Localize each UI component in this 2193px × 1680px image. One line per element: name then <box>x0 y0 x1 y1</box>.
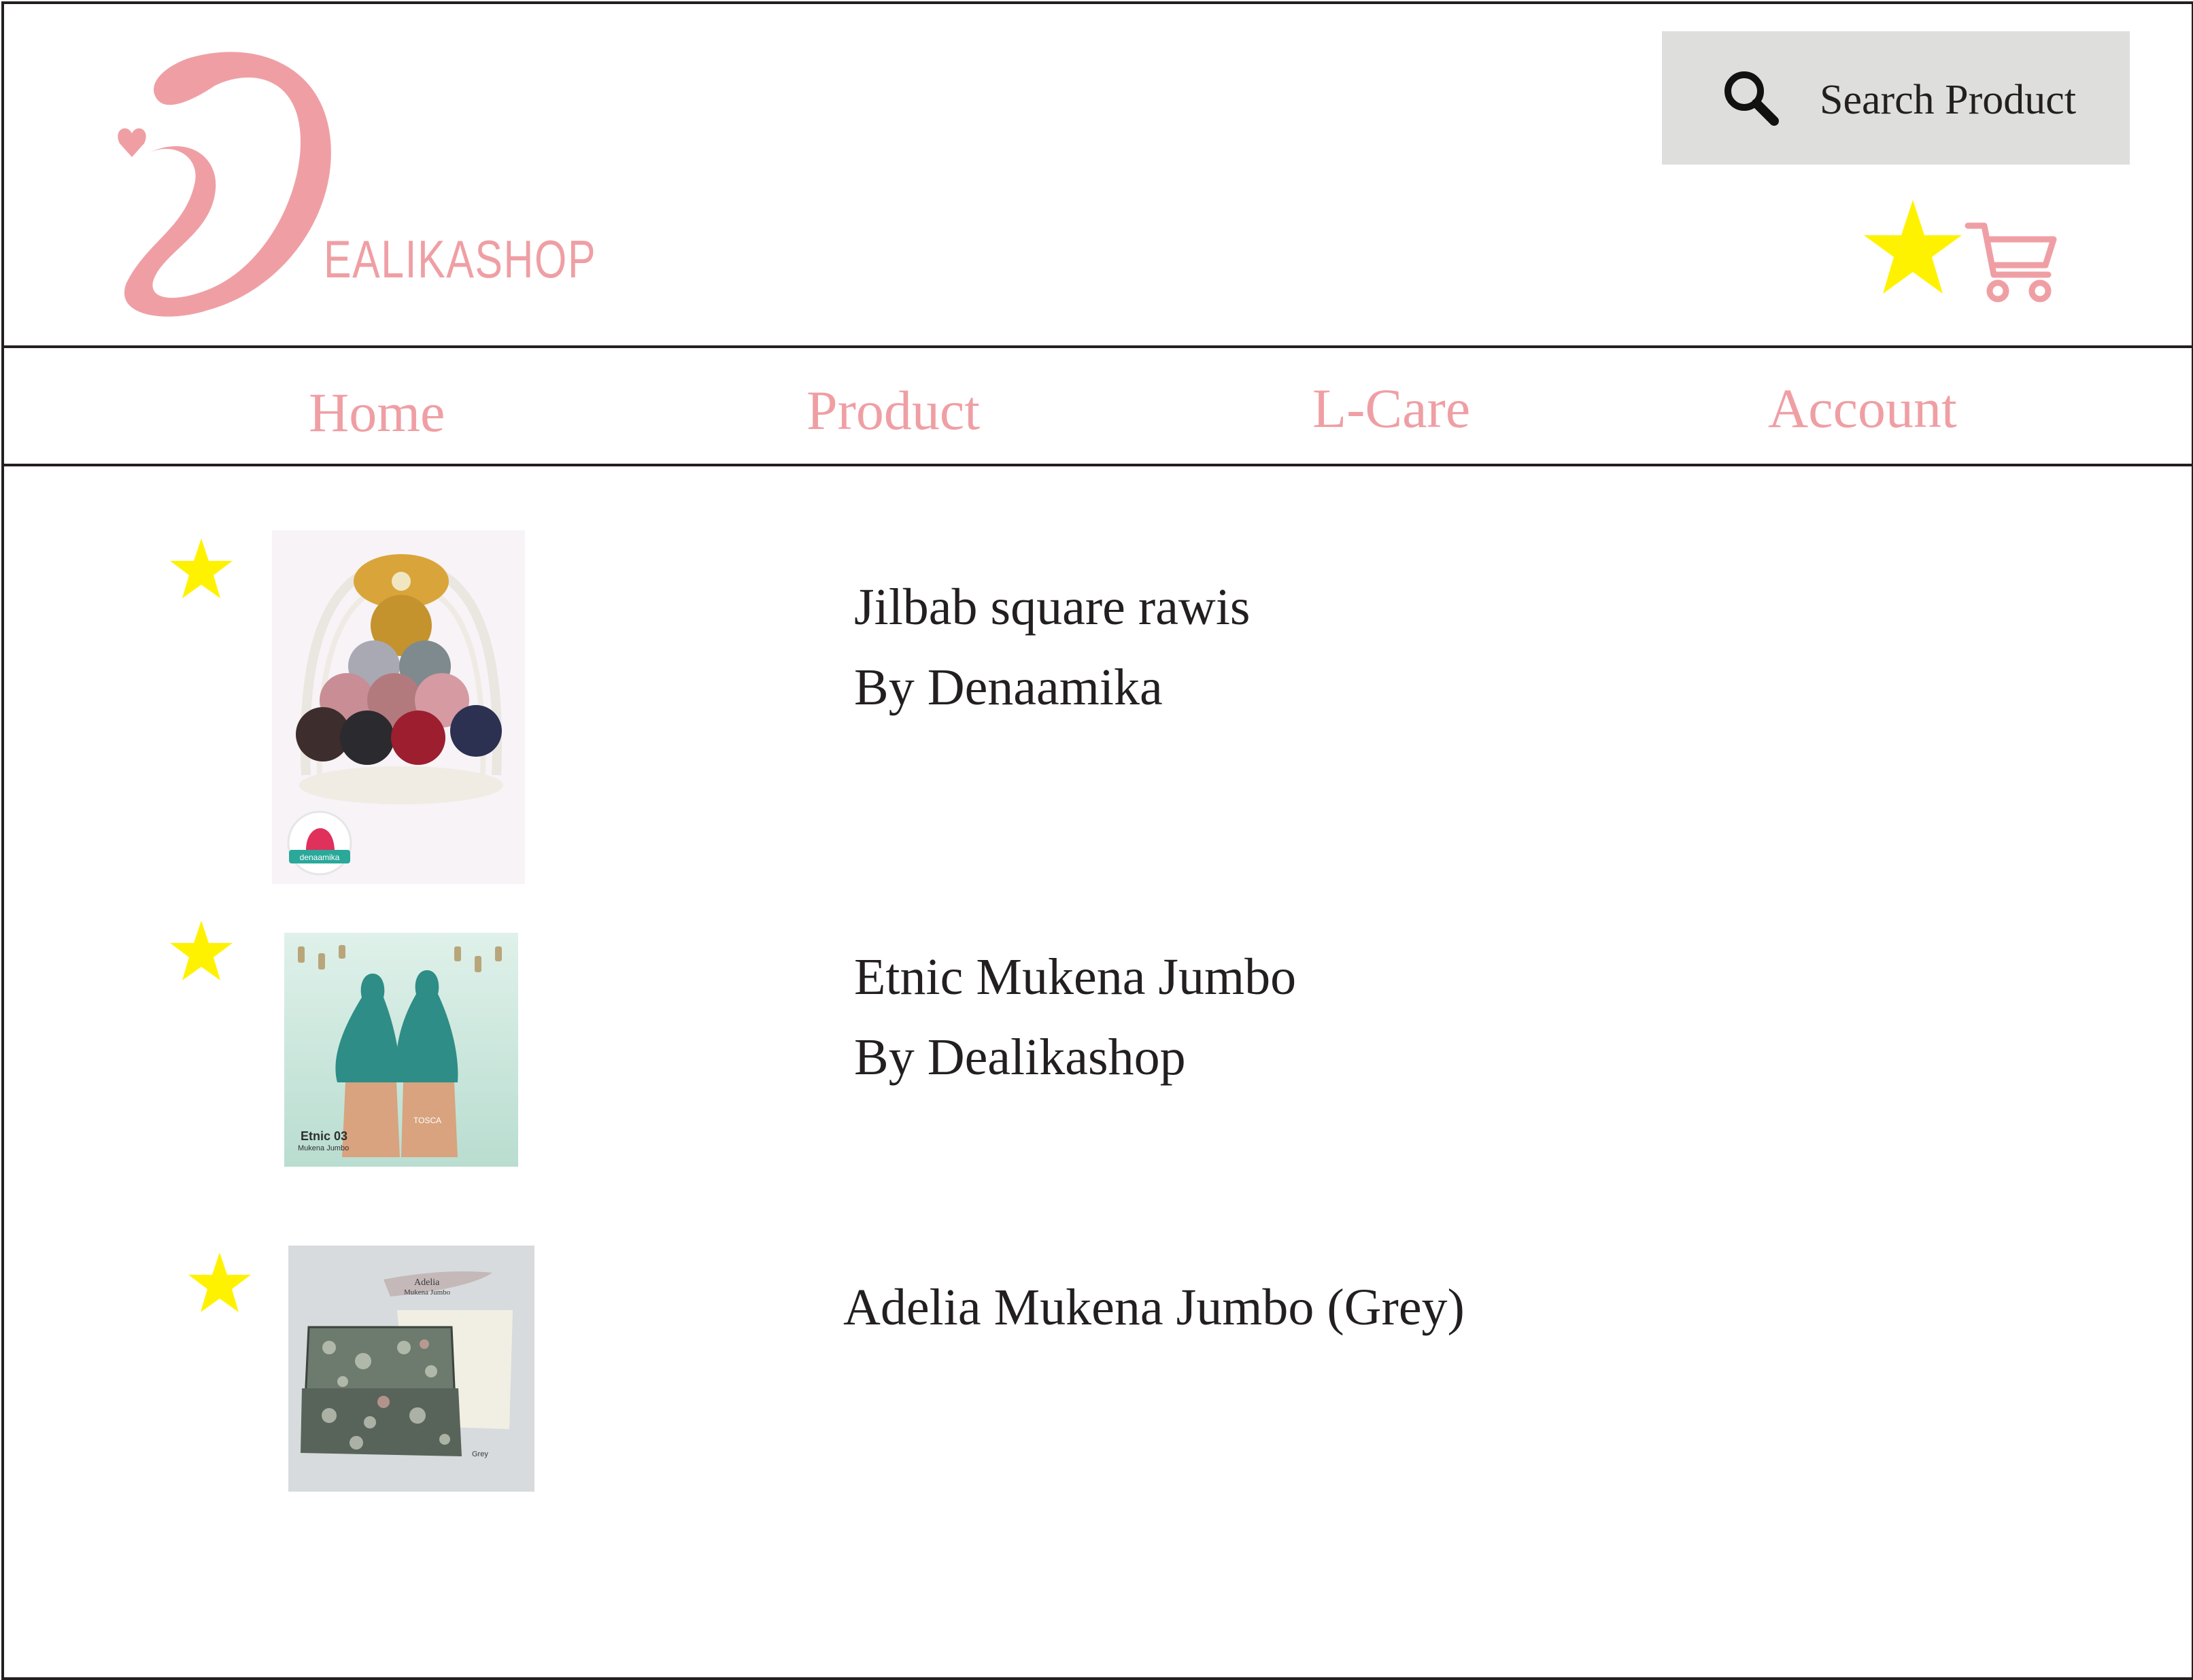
star-icon[interactable] <box>169 537 234 602</box>
nav-item-l-care[interactable]: L-Care <box>1312 377 1470 441</box>
product-title[interactable]: Adelia Mukena Jumbo (Grey) <box>843 1278 1465 1337</box>
star-icon[interactable] <box>169 919 234 984</box>
thumb-brand-label: denaamika <box>300 853 340 862</box>
folded-mukena-image: Adelia Mukena Jumbo Grey <box>288 1246 534 1492</box>
star-icon[interactable] <box>1862 197 1964 299</box>
product-image[interactable]: Adelia Mukena Jumbo Grey <box>288 1246 534 1492</box>
thumb-label: Adelia <box>414 1278 440 1288</box>
header: EALIKASHOP Search Product <box>4 4 2192 344</box>
thumb-tag: Grey <box>472 1450 488 1458</box>
main-nav: Home Product L-Care Account <box>1 345 2192 466</box>
brand-logo[interactable]: EALIKASHOP <box>106 38 596 330</box>
hijab-basket-image: denaamika <box>272 530 525 884</box>
brand-name: EALIKASHOP <box>324 229 597 289</box>
shopping-cart-icon[interactable] <box>1964 212 2059 307</box>
product-brand: By Dealikashop <box>854 1029 1186 1086</box>
product-title[interactable]: Jilbab square rawis <box>854 578 1251 637</box>
search-icon <box>1724 71 1779 126</box>
favorites-list: denaamika Jilbab square rawis By Denaami… <box>0 469 2193 1673</box>
mukena-image: Etnic 03 Mukena Jumbo TOSCA <box>284 933 518 1167</box>
product-brand: By Denaamika <box>854 659 1163 716</box>
thumb-label: Etnic 03 <box>301 1129 347 1143</box>
search-input[interactable]: Search Product <box>1662 31 2130 165</box>
nav-item-product[interactable]: Product <box>806 379 980 443</box>
product-image[interactable]: denaamika <box>272 530 525 884</box>
thumb-sublabel: Mukena Jumbo <box>298 1144 349 1152</box>
nav-item-account[interactable]: Account <box>1768 377 1957 441</box>
search-placeholder: Search Product <box>1820 77 2077 123</box>
product-image[interactable]: Etnic 03 Mukena Jumbo TOSCA <box>284 933 518 1167</box>
thumb-tag: TOSCA <box>413 1116 441 1125</box>
star-icon[interactable] <box>187 1251 252 1316</box>
nav-item-home[interactable]: Home <box>309 381 445 445</box>
thumb-sublabel: Mukena Jumbo <box>404 1288 451 1297</box>
product-title[interactable]: Etnic Mukena Jumbo <box>854 948 1296 1007</box>
